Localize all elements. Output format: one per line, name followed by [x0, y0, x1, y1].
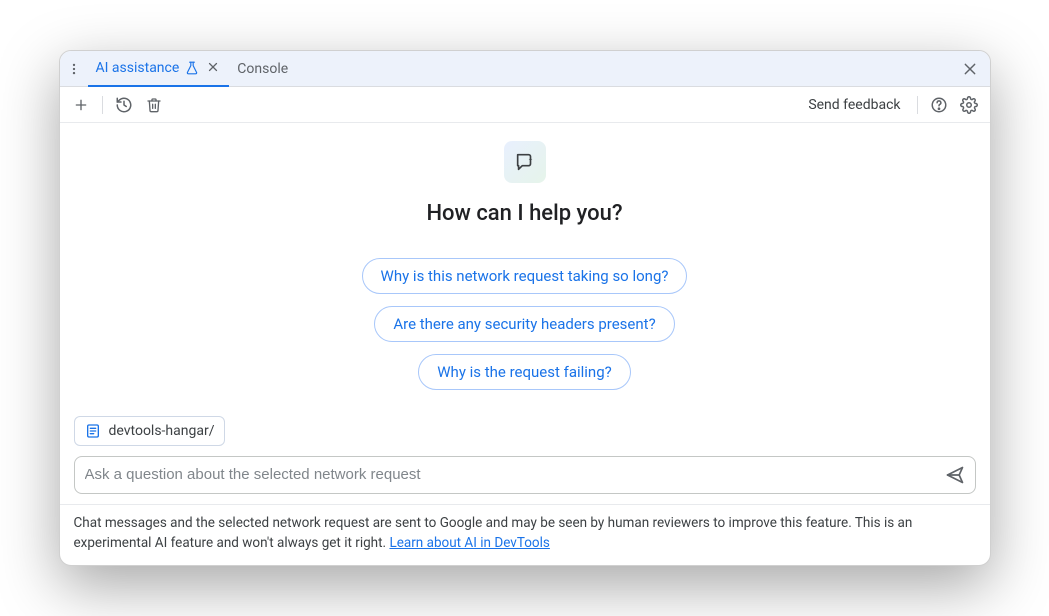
new-chat-icon[interactable]: [70, 94, 92, 116]
suggestion-chip[interactable]: Why is this network request taking so lo…: [362, 258, 688, 294]
context-chip[interactable]: devtools-hangar/: [74, 416, 226, 446]
hero-title: How can I help you?: [426, 201, 622, 226]
send-feedback-button[interactable]: Send feedback: [802, 97, 906, 113]
close-tab-icon[interactable]: [205, 59, 221, 77]
question-input[interactable]: [85, 466, 937, 483]
input-row: [74, 456, 976, 494]
history-icon[interactable]: [113, 94, 135, 116]
footer-disclaimer: Chat messages and the selected network r…: [60, 504, 990, 566]
tab-label: Console: [237, 61, 288, 77]
settings-icon[interactable]: [958, 94, 980, 116]
divider: [102, 96, 103, 114]
bottom-section: devtools-hangar/: [60, 416, 990, 504]
devtools-panel: AI assistance Console Send feedback: [59, 50, 991, 566]
help-icon[interactable]: [928, 94, 950, 116]
kebab-menu-icon[interactable]: [60, 62, 88, 76]
flask-icon: [185, 61, 199, 75]
context-label: devtools-hangar/: [109, 423, 215, 439]
toolbar: Send feedback: [60, 87, 990, 123]
send-icon[interactable]: [945, 465, 965, 485]
tab-ai-assistance[interactable]: AI assistance: [88, 52, 230, 87]
tab-bar: AI assistance Console: [60, 51, 990, 87]
main-area: How can I help you? Why is this network …: [60, 123, 990, 504]
suggestion-chip[interactable]: Why is the request failing?: [418, 354, 630, 390]
tab-label: AI assistance: [96, 60, 180, 76]
suggestion-chip[interactable]: Are there any security headers present?: [374, 306, 674, 342]
suggestion-list: Why is this network request taking so lo…: [362, 258, 688, 390]
divider: [917, 96, 918, 114]
delete-icon[interactable]: [143, 94, 165, 116]
close-panel-icon[interactable]: [950, 61, 990, 77]
tab-console[interactable]: Console: [229, 51, 296, 86]
ai-hero-icon: [504, 141, 546, 183]
footer-link[interactable]: Learn about AI in DevTools: [389, 535, 549, 551]
